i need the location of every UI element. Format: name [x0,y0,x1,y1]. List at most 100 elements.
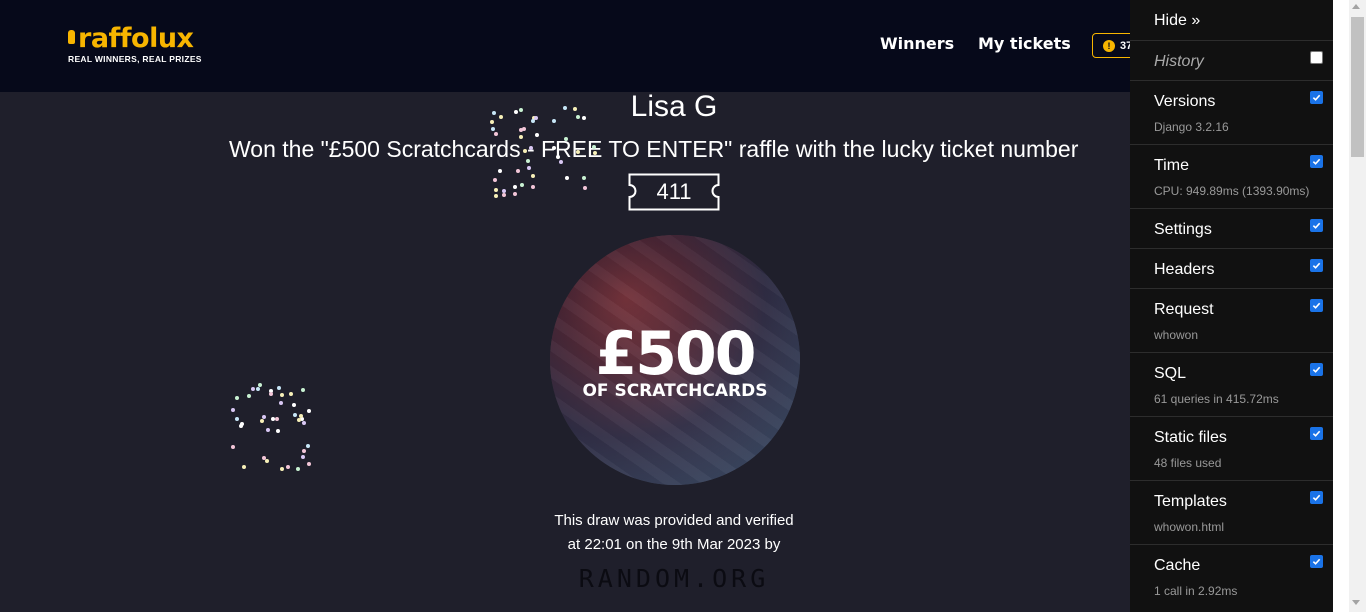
confetti-dot [260,419,264,423]
debug-panel-sql[interactable]: SQL 61 queries in 415.72ms [1130,352,1333,416]
confetti-dot [535,133,539,137]
confetti-dot [292,403,296,407]
confetti-dot [527,166,531,170]
debug-panel-subtitle: 61 queries in 415.72ms [1154,392,1279,406]
debug-panel-subtitle: Django 3.2.16 [1154,120,1229,134]
debug-panel-headers[interactable]: Headers [1130,248,1333,288]
debug-panel-subtitle: CPU: 949.89ms (1393.90ms) [1154,184,1310,198]
debug-panel-checkbox[interactable] [1310,363,1323,376]
confetti-dot [526,159,530,163]
confetti-dot [269,392,273,396]
confetti-dot [242,465,246,469]
confetti-dot [293,413,297,417]
confetti-dot [280,393,284,397]
confetti-dot [502,193,506,197]
confetti-dot [280,467,284,471]
confetti-dot [256,387,260,391]
debug-panel-subtitle: whowon.html [1154,520,1225,534]
confetti-dot [564,137,568,141]
debug-panel-checkbox[interactable] [1310,155,1323,168]
logo-text: raffolux [78,23,194,54]
confetti-dot [492,111,496,115]
debug-panel-title[interactable]: SQL [1154,365,1186,383]
confetti-dot [271,417,275,421]
debug-panel-time[interactable]: Time CPU: 949.89ms (1393.90ms) [1130,144,1333,208]
confetti-dot [565,176,569,180]
debug-panel-static-files[interactable]: Static files 48 files used [1130,416,1333,480]
confetti-dot [289,392,293,396]
debug-panel-request[interactable]: Request whowon [1130,288,1333,352]
confetti-dot [286,465,290,469]
nav-winners[interactable]: Winners [880,34,954,53]
confetti-dot [296,467,300,471]
debug-panel-versions[interactable]: Versions Django 3.2.16 [1130,80,1333,144]
confetti-dot [279,401,283,405]
debug-panel-title[interactable]: Cache [1154,557,1200,575]
confetti-dot [277,386,281,390]
debug-panel-title[interactable]: Versions [1154,93,1215,111]
confetti-dot [265,459,269,463]
debug-panel-settings[interactable]: Settings [1130,208,1333,248]
confetti-dot [502,189,506,193]
confetti-dot [552,146,556,150]
debug-panel-history[interactable]: History [1130,40,1333,80]
confetti-dot [307,409,311,413]
debug-panel-title[interactable]: Settings [1154,221,1212,239]
debug-panel-checkbox[interactable] [1310,219,1323,232]
debug-panel-title[interactable]: Static files [1154,429,1227,447]
debug-toolbar: Hide » History Versions Django 3.2.16 Time C… [1130,0,1333,612]
confetti-dot [235,396,239,400]
debug-panel-checkbox[interactable] [1310,51,1323,64]
debug-panel-checkbox[interactable] [1310,491,1323,504]
confetti-dot [563,106,567,110]
confetti-dot [513,192,517,196]
confetti-dot [297,418,301,422]
confetti-dot [275,417,279,421]
debug-panel-title[interactable]: History [1154,53,1204,71]
confetti-dot [491,127,495,131]
debug-panel-title[interactable]: Time [1154,157,1189,175]
confetti-dot [276,429,280,433]
scroll-down-icon[interactable] [1352,600,1360,605]
confetti-dot [251,387,255,391]
confetti-dot [519,108,523,112]
confetti-dot [301,388,305,392]
confetti-dot [582,116,586,120]
debug-panel-checkbox[interactable] [1310,299,1323,312]
confetti-dot [531,119,535,123]
confetti-dot [552,119,556,123]
debug-panel-checkbox[interactable] [1310,259,1323,272]
debug-panel-checkbox[interactable] [1310,91,1323,104]
confetti-dot [235,417,239,421]
confetti-dot [301,455,305,459]
confetti-dot [556,155,560,159]
winner-description: Won the "£500 Scratchcards - FREE TO ENT… [229,136,1079,162]
hide-toolbar-button[interactable]: Hide » [1154,12,1200,30]
debug-panel-title[interactable]: Templates [1154,493,1227,511]
confetti-dot [302,449,306,453]
confetti-dot [307,462,311,466]
confetti-dot [519,128,523,132]
confetti-dot [498,169,502,173]
debug-panel-templates[interactable]: Templates whowon.html [1130,480,1333,544]
confetti-dot [262,415,266,419]
raffolux-logo[interactable]: raffolux REAL WINNERS, REAL PRIZES [68,24,202,64]
confetti-dot [302,421,306,425]
confetti-dot [306,444,310,448]
scroll-up-icon[interactable] [1352,4,1360,9]
debug-panel-cache[interactable]: Cache 1 call in 2.92ms [1130,544,1333,608]
debug-panel-checkbox[interactable] [1310,555,1323,568]
scrollbar-thumb[interactable] [1351,17,1364,157]
nav-my-tickets[interactable]: My tickets [978,34,1071,53]
debug-panel-subtitle: whowon [1154,328,1199,342]
prize-amount: £500 [595,319,757,389]
confetti-dot [499,115,503,119]
confetti-dot [494,132,498,136]
ticket-number: 411 [656,179,692,204]
debug-panel-checkbox[interactable] [1310,427,1323,440]
debug-panel-subtitle: 1 call in 2.92ms [1154,584,1238,598]
debug-panel-title[interactable]: Headers [1154,261,1214,279]
confetti-dot [514,110,518,114]
debug-panel-title[interactable]: Request [1154,301,1214,319]
confetti-dot [531,185,535,189]
